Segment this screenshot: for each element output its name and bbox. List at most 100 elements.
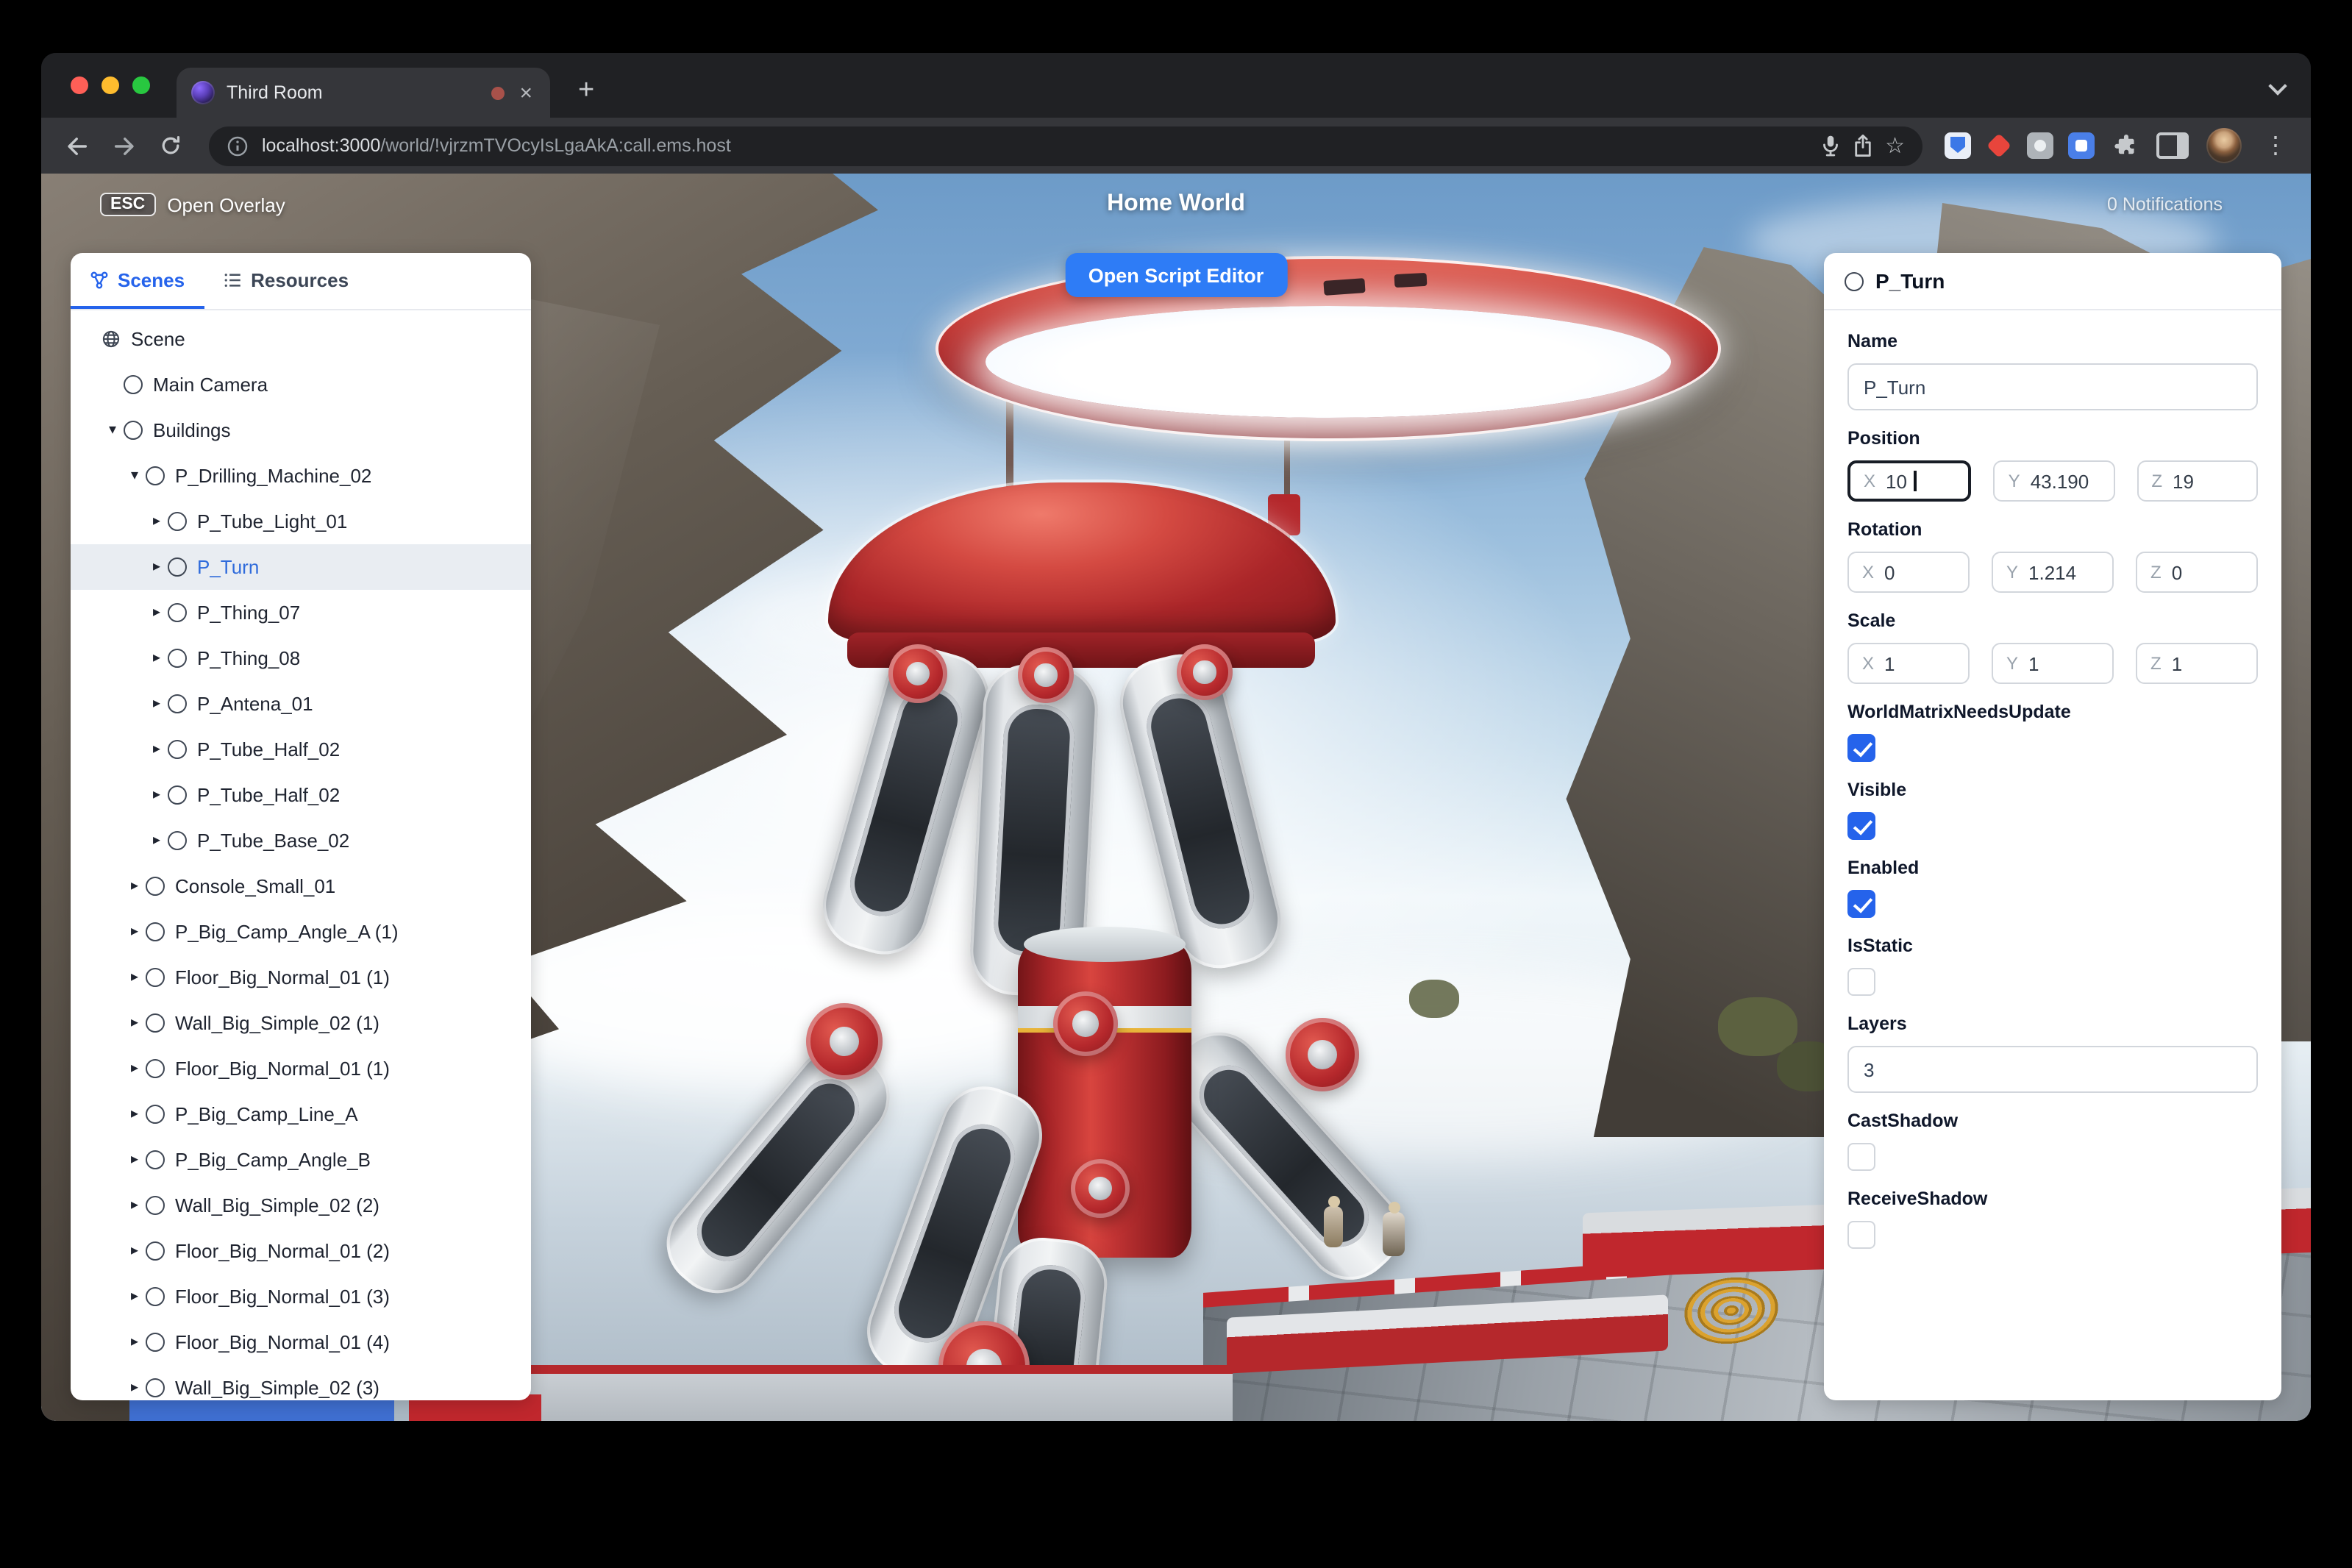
share-icon[interactable]: [1853, 134, 1872, 157]
expander-closed-icon[interactable]: ▸: [124, 924, 146, 940]
tree-row[interactable]: ▸ P_Tube_Half_02: [71, 772, 531, 818]
expander-closed-icon[interactable]: ▸: [146, 605, 168, 621]
tree-row[interactable]: ▸ Wall_Big_Simple_02 (1): [71, 1000, 531, 1046]
expander-closed-icon[interactable]: ▸: [146, 787, 168, 803]
name-input[interactable]: P_Turn: [1847, 363, 2258, 410]
expander-closed-icon[interactable]: ▸: [124, 1289, 146, 1305]
expander-closed-icon[interactable]: ▸: [124, 1380, 146, 1396]
expander-closed-icon[interactable]: ▸: [124, 1106, 146, 1122]
castshadow-checkbox[interactable]: [1847, 1143, 1875, 1171]
tree-row[interactable]: ▸ P_Tube_Half_02: [71, 727, 531, 772]
tree-label: Floor_Big_Normal_01 (1): [175, 1058, 390, 1080]
site-info-icon[interactable]: [227, 135, 249, 157]
tab-scenes[interactable]: Scenes: [71, 253, 204, 309]
inspector-title: P_Turn: [1875, 269, 1945, 293]
tab-search-chevron-icon[interactable]: [2268, 74, 2287, 100]
tree-row[interactable]: ▾ Buildings: [71, 407, 531, 453]
minimize-window-button[interactable]: [101, 76, 119, 94]
menu-kebab-icon[interactable]: ⋮: [2255, 131, 2296, 160]
extensions-puzzle-icon[interactable]: [2105, 125, 2146, 166]
tree-row[interactable]: ▾ P_Drilling_Machine_02: [71, 453, 531, 499]
position-x-input[interactable]: X 10: [1847, 460, 1972, 502]
extension-shield-icon[interactable]: [1945, 132, 1971, 159]
tab-resources[interactable]: Resources: [204, 253, 368, 309]
expander-closed-icon[interactable]: ▸: [124, 1152, 146, 1168]
scale-x-input[interactable]: X1: [1847, 643, 1970, 684]
tree-row[interactable]: ▸ Floor_Big_Normal_01 (1): [71, 1046, 531, 1091]
back-button[interactable]: [56, 125, 97, 166]
tree-row[interactable]: ▸ Wall_Big_Simple_02 (3): [71, 1365, 531, 1400]
rotation-x-input[interactable]: X0: [1847, 552, 1970, 593]
tree-row[interactable]: ▸ P_Antena_01: [71, 681, 531, 727]
tree-row[interactable]: Scene: [71, 316, 531, 362]
open-script-editor-button[interactable]: Open Script Editor: [1064, 253, 1288, 297]
isstatic-checkbox[interactable]: [1847, 968, 1875, 996]
tree-row[interactable]: ▸ P_Thing_08: [71, 635, 531, 681]
url-bar[interactable]: localhost:3000/world/!vjrzmTVOcyIsLgaAkA…: [209, 126, 1922, 165]
axis-letter: Z: [2150, 562, 2162, 582]
enabled-checkbox[interactable]: [1847, 890, 1875, 918]
tree-row[interactable]: ▸ P_Tube_Base_02: [71, 818, 531, 863]
close-window-button[interactable]: [71, 76, 88, 94]
expander-closed-icon[interactable]: ▸: [124, 1243, 146, 1259]
expander-closed-icon[interactable]: ▸: [146, 650, 168, 666]
extension-gray-icon[interactable]: [2027, 132, 2053, 159]
extension-red-icon[interactable]: [1986, 132, 2012, 159]
inspector-section: Position X 10 Y 43.190 Z 19: [1847, 428, 2258, 502]
forward-button[interactable]: [103, 125, 144, 166]
bookmark-star-icon[interactable]: ☆: [1885, 132, 1905, 159]
scene-tree: Scene Main Camera ▾ Buildings ▾ P_Drilling_Ma…: [71, 310, 531, 1400]
tree-row[interactable]: ▸ P_Turn: [71, 544, 531, 590]
voice-search-mic-icon[interactable]: [1820, 134, 1839, 157]
drill-ring-selected: [936, 256, 1721, 441]
tab-close-icon[interactable]: ×: [516, 82, 535, 104]
rotation-z-input[interactable]: Z0: [2136, 552, 2258, 593]
scale-y-input[interactable]: Y1: [1992, 643, 2114, 684]
tree-row[interactable]: Main Camera: [71, 362, 531, 407]
profile-avatar[interactable]: [2206, 128, 2242, 163]
visible-checkbox[interactable]: [1847, 812, 1875, 840]
expander-open-icon[interactable]: ▾: [101, 422, 124, 438]
inspector-section: Scale X 1 Y 1 Z 1: [1847, 610, 2258, 684]
tree-row[interactable]: ▸ Wall_Big_Simple_02 (2): [71, 1183, 531, 1228]
expander-closed-icon[interactable]: ▸: [124, 878, 146, 894]
tree-row[interactable]: ▸ Floor_Big_Normal_01 (2): [71, 1228, 531, 1274]
axis-letter: Y: [2006, 653, 2019, 674]
new-tab-button[interactable]: +: [568, 74, 605, 107]
expander-closed-icon[interactable]: ▸: [146, 833, 168, 849]
tree-row[interactable]: ▸ Floor_Big_Normal_01 (4): [71, 1319, 531, 1365]
extension-blue-icon[interactable]: [2068, 132, 2095, 159]
layers-input[interactable]: 3: [1847, 1046, 2258, 1093]
scale-z-input[interactable]: Z1: [2136, 643, 2258, 684]
receiveshadow-checkbox[interactable]: [1847, 1221, 1875, 1249]
side-panel-icon[interactable]: [2152, 125, 2193, 166]
expander-closed-icon[interactable]: ▸: [146, 741, 168, 758]
expander-closed-icon[interactable]: ▸: [124, 1061, 146, 1077]
tree-row[interactable]: ▸ Console_Small_01: [71, 863, 531, 909]
position-y-input[interactable]: Y 43.190: [1993, 460, 2115, 502]
browser-tab[interactable]: Third Room ×: [177, 68, 550, 118]
tree-row[interactable]: ▸ P_Big_Camp_Angle_A (1): [71, 909, 531, 955]
rotation-y-input[interactable]: Y 1.214: [1992, 552, 2114, 593]
expander-closed-icon[interactable]: ▸: [146, 696, 168, 712]
expander-open-icon[interactable]: ▾: [124, 468, 146, 484]
tree-row[interactable]: ▸ P_Thing_07: [71, 590, 531, 635]
circle-icon: [168, 603, 187, 622]
circle-icon: [168, 740, 187, 759]
tree-row[interactable]: ▸ Floor_Big_Normal_01 (3): [71, 1274, 531, 1319]
tree-row[interactable]: ▸ Floor_Big_Normal_01 (1): [71, 955, 531, 1000]
zoom-window-button[interactable]: [132, 76, 150, 94]
expander-closed-icon[interactable]: ▸: [146, 513, 168, 530]
tree-row[interactable]: ▸ P_Big_Camp_Angle_B: [71, 1137, 531, 1183]
position-z-input[interactable]: Z 19: [2137, 460, 2258, 502]
inspector-section: Enabled: [1847, 858, 2258, 918]
expander-closed-icon[interactable]: ▸: [146, 559, 168, 575]
tree-row[interactable]: ▸ P_Big_Camp_Line_A: [71, 1091, 531, 1137]
worldmatrixneedsupdate-checkbox[interactable]: [1847, 734, 1875, 762]
tree-row[interactable]: ▸ P_Tube_Light_01: [71, 499, 531, 544]
reload-button[interactable]: [150, 125, 191, 166]
expander-closed-icon[interactable]: ▸: [124, 1015, 146, 1031]
expander-closed-icon[interactable]: ▸: [124, 969, 146, 986]
expander-closed-icon[interactable]: ▸: [124, 1334, 146, 1350]
expander-closed-icon[interactable]: ▸: [124, 1197, 146, 1214]
